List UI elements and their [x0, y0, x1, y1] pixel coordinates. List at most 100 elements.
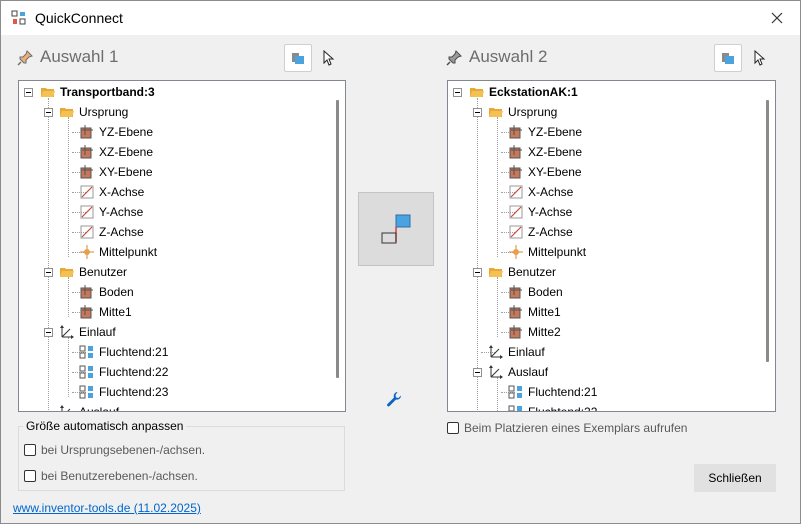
work-axis-icon	[80, 185, 94, 199]
work-point-icon	[509, 245, 523, 259]
autosize-origin-checkbox[interactable]	[24, 444, 36, 456]
tree-item-constraint[interactable]: Fluchtend:21	[79, 342, 168, 362]
autosize-origin-option[interactable]: bei Ursprungsebenen-/achsen.	[24, 443, 205, 457]
tree-item-plane[interactable]: Mitte2	[508, 322, 561, 342]
tree-item-plane[interactable]: Mitte1	[79, 302, 132, 322]
coordinate-system-icon	[60, 405, 71, 411]
pin-icon[interactable]	[445, 49, 463, 67]
selection2-component-button[interactable]	[714, 44, 742, 72]
tree-item-plane[interactable]: Boden	[508, 282, 563, 302]
collapse-toggle[interactable]	[24, 88, 33, 97]
vertical-scrollbar[interactable]	[332, 82, 344, 410]
place-instance-option[interactable]: Beim Platzieren eines Exemplars aufrufen	[447, 421, 687, 435]
tree-item-axis[interactable]: Y-Achse	[508, 202, 572, 222]
tree-root[interactable]: EckstationAK:1	[469, 82, 578, 102]
autosize-group-title: Größe automatisch anpassen	[23, 419, 187, 433]
scroll-thumb[interactable]	[336, 100, 339, 378]
work-plane-icon	[80, 285, 93, 299]
collapse-toggle[interactable]	[473, 368, 482, 377]
settings-button[interactable]	[381, 386, 407, 412]
work-plane-icon	[509, 285, 522, 299]
tree-item-plane[interactable]: XY-Ebene	[79, 162, 153, 182]
tree-item-constraint[interactable]: Fluchtend:23	[79, 382, 168, 402]
component-icon	[722, 53, 734, 64]
folder-open-icon	[60, 108, 74, 117]
autosize-user-checkbox[interactable]	[24, 470, 36, 482]
collapse-toggle[interactable]	[473, 108, 482, 117]
tree-item-constraint[interactable]: Fluchtend:22	[79, 362, 168, 382]
tree-item-constraint[interactable]: Fluchtend:21	[508, 382, 597, 402]
website-link[interactable]: www.inventor-tools.de (11.02.2025)	[13, 501, 201, 515]
work-plane-icon	[509, 325, 522, 339]
tree-item-plane[interactable]: Boden	[79, 282, 134, 302]
tree-folder-einlauf[interactable]: Einlauf	[488, 342, 545, 362]
collapse-toggle[interactable]	[473, 268, 482, 277]
work-axis-icon	[80, 225, 94, 239]
folder-open-icon	[60, 268, 74, 277]
tree-item-plane[interactable]: XZ-Ebene	[79, 142, 153, 162]
folder-open-icon	[470, 88, 484, 97]
collapse-toggle[interactable]	[44, 108, 53, 117]
folder-open-icon	[489, 268, 503, 277]
coordinate-system-icon	[489, 365, 503, 379]
tree-item-axis[interactable]: X-Achse	[508, 182, 573, 202]
tree-item-axis[interactable]: X-Achse	[79, 182, 144, 202]
flush-constraint-icon	[79, 345, 93, 359]
tree-item-plane[interactable]: XZ-Ebene	[508, 142, 582, 162]
tree-root[interactable]: Transportband:3	[40, 82, 155, 102]
tree-item-point[interactable]: Mittelpunkt	[79, 242, 157, 262]
collapse-toggle[interactable]	[453, 88, 462, 97]
tree-item-point[interactable]: Mittelpunkt	[508, 242, 586, 262]
app-icon	[11, 10, 26, 25]
close-button[interactable]: Schließen	[694, 464, 776, 492]
work-plane-icon	[509, 145, 522, 159]
tree-folder-benutzer[interactable]: Benutzer	[488, 262, 556, 282]
work-plane-icon	[80, 145, 93, 159]
scroll-thumb[interactable]	[766, 100, 769, 362]
flush-constraint-icon	[79, 385, 93, 399]
tree-folder-ursprung[interactable]: Ursprung	[488, 102, 557, 122]
selection2-title: Auswahl 2	[469, 47, 548, 66]
collapse-toggle[interactable]	[44, 268, 53, 277]
close-window-button[interactable]	[754, 1, 800, 35]
work-plane-icon	[509, 125, 522, 139]
tree-item-axis[interactable]: Y-Achse	[79, 202, 143, 222]
quickconnect-window: QuickConnect Auswahl 1 Transportband:3 U…	[0, 0, 801, 524]
work-plane-icon	[80, 305, 93, 319]
autosize-user-label: bei Benutzerebenen-/achsen.	[41, 469, 198, 483]
tree-item-plane[interactable]: YZ-Ebene	[508, 122, 582, 142]
window-title: QuickConnect	[35, 10, 123, 26]
wrench-icon	[387, 392, 402, 407]
title-bar: QuickConnect	[1, 1, 800, 35]
place-instance-checkbox[interactable]	[447, 422, 459, 434]
selection1-tree[interactable]: Transportband:3 Ursprung YZ-Ebene XZ-Ebe…	[18, 80, 346, 412]
cursor-icon	[754, 50, 766, 66]
connect-button[interactable]	[358, 192, 434, 266]
selection2-tree[interactable]: EckstationAK:1 Ursprung YZ-Ebene XZ-Eben…	[447, 80, 776, 412]
tree-item-plane[interactable]: Mitte1	[508, 302, 561, 322]
tree-folder-partial[interactable]: Auslauf	[59, 402, 119, 411]
tree-item-constraint[interactable]: Fluchtend:22	[508, 402, 597, 411]
selection1-pointer-button[interactable]	[314, 44, 342, 72]
close-icon	[771, 12, 783, 24]
tree-folder-ursprung[interactable]: Ursprung	[59, 102, 128, 122]
selection2-pointer-button[interactable]	[745, 44, 773, 72]
tree-folder-einlauf[interactable]: Einlauf	[59, 322, 116, 342]
work-plane-icon	[80, 125, 93, 139]
tree-item-axis[interactable]: Z-Achse	[79, 222, 144, 242]
vertical-scrollbar[interactable]	[762, 82, 774, 410]
tree-item-axis[interactable]: Z-Achse	[508, 222, 573, 242]
selection1-component-button[interactable]	[284, 44, 312, 72]
work-plane-icon	[509, 305, 522, 319]
selection1-title: Auswahl 1	[40, 47, 119, 66]
autosize-user-option[interactable]: bei Benutzerebenen-/achsen.	[24, 469, 198, 483]
flush-constraint-icon	[508, 385, 522, 399]
work-point-icon	[80, 245, 94, 259]
tree-item-plane[interactable]: YZ-Ebene	[79, 122, 153, 142]
work-plane-icon	[80, 165, 93, 179]
pin-icon[interactable]	[16, 49, 34, 67]
tree-item-plane[interactable]: XY-Ebene	[508, 162, 582, 182]
collapse-toggle[interactable]	[44, 328, 53, 337]
tree-folder-auslauf[interactable]: Auslauf	[488, 362, 548, 382]
tree-folder-benutzer[interactable]: Benutzer	[59, 262, 127, 282]
